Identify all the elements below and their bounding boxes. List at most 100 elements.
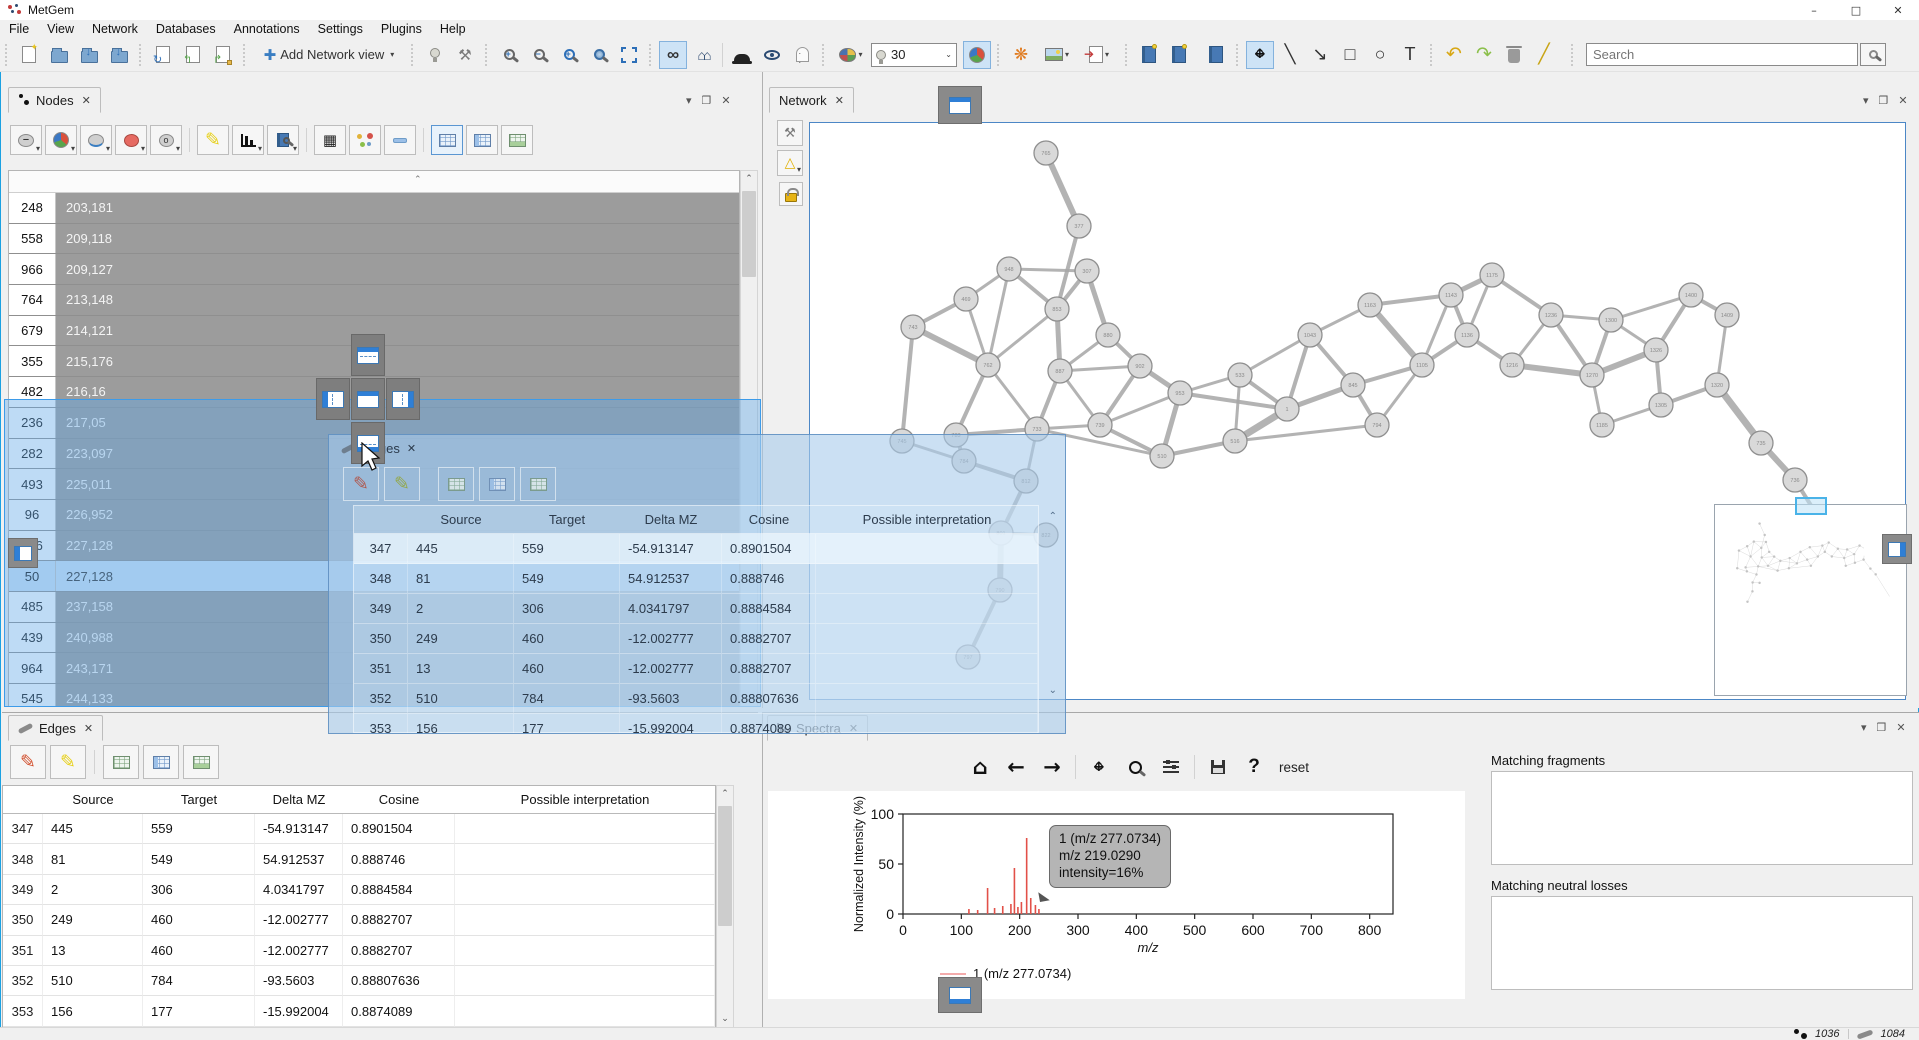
color-palette-button[interactable]: ▾ [832, 41, 870, 69]
nodes-table-row[interactable]: 558209,118 [9, 224, 739, 255]
edge-cell[interactable]: 81 [43, 844, 143, 874]
row-header[interactable]: 248 [9, 193, 56, 223]
dock-indicator-right[interactable] [1882, 534, 1912, 564]
database-viewer-button[interactable] [1135, 41, 1163, 69]
dock-indicator-bottom[interactable] [938, 977, 982, 1013]
spectrum-view-button[interactable]: ▾ [232, 125, 264, 155]
view-column-selection-button[interactable] [466, 125, 498, 155]
edge-cell[interactable] [455, 905, 715, 935]
new-project-button[interactable]: ✦ [15, 41, 43, 69]
show-hidden-toggle[interactable] [758, 41, 786, 69]
dock-menu-icon[interactable]: ▾ [1863, 94, 1869, 107]
column-header-possible-interpretation[interactable]: Possible interpretation [455, 786, 715, 814]
nodes-table-row[interactable]: 966209,127 [9, 254, 739, 285]
edge-cell[interactable] [455, 844, 715, 874]
open-project-button[interactable] [45, 41, 73, 69]
edge-cell[interactable]: 0.88807636 [343, 966, 455, 996]
scroll-down-icon[interactable]: ⌄ [717, 1011, 733, 1027]
database-query-button[interactable] [1165, 41, 1193, 69]
column-header-cosine[interactable]: Cosine [343, 786, 455, 814]
row-header[interactable]: 355 [9, 346, 56, 376]
menu-item-settings[interactable]: Settings [309, 20, 372, 38]
dock-close-icon[interactable]: ✕ [721, 94, 730, 107]
arrow-tool[interactable]: ↘ [1306, 41, 1334, 69]
node-size-minus-button[interactable]: −▾ [10, 125, 42, 155]
edge-cell[interactable]: 306 [143, 875, 255, 905]
edge-cell[interactable]: 549 [143, 844, 255, 874]
zoom-selection-button[interactable]: + [555, 41, 583, 69]
menu-item-network[interactable]: Network [83, 20, 147, 38]
tab-network[interactable]: Network ✕ [769, 87, 854, 113]
row-header[interactable]: 966 [9, 254, 56, 284]
zoom-out-button[interactable]: − [525, 41, 553, 69]
maximize-button[interactable]: □ [1835, 0, 1877, 20]
edge-cell[interactable]: -12.002777 [255, 905, 343, 935]
edge-cell[interactable]: 0.8884584 [343, 875, 455, 905]
zoom-rect-button[interactable] [1118, 751, 1152, 783]
row-header[interactable]: 679 [9, 316, 56, 346]
node-resize-button[interactable]: ▾ [80, 125, 112, 155]
edge-cell[interactable] [455, 814, 715, 844]
minimap-viewport[interactable] [1795, 497, 1827, 515]
save-figure-button[interactable] [1201, 751, 1235, 783]
node-size-combo[interactable]: 30 ⌄ [871, 43, 957, 67]
menu-item-annotations[interactable]: Annotations [225, 20, 309, 38]
edge-cell[interactable]: 2 [43, 875, 143, 905]
row-number[interactable]: 351 [3, 936, 43, 966]
database-download-button[interactable] [1202, 41, 1230, 69]
edge-cell[interactable]: -93.5603 [255, 966, 343, 996]
tab-edges[interactable]: Edges ✕ [8, 715, 103, 741]
highlight-yellow-button[interactable]: ✎ [50, 745, 86, 779]
link-nodes-toggle[interactable]: ∞ [659, 41, 687, 69]
search-input[interactable] [1586, 43, 1858, 66]
dock-float-icon[interactable]: ❐ [1879, 94, 1889, 107]
column-header-source[interactable]: Source [43, 786, 143, 814]
edge-cell[interactable]: 177 [143, 996, 255, 1026]
fit-view-button[interactable] [615, 41, 643, 69]
add-network-view-button[interactable]: ✚ Add Network view ▾ [253, 41, 405, 69]
ghost-mode-toggle[interactable] [788, 41, 816, 69]
zoom-fit-button[interactable] [585, 41, 613, 69]
menu-item-view[interactable]: View [38, 20, 83, 38]
minimize-button[interactable]: – [1793, 0, 1835, 20]
row-header[interactable]: 764 [9, 285, 56, 315]
network-edge[interactable] [902, 327, 913, 441]
ellipse-tool[interactable]: ○ [1366, 41, 1394, 69]
edges-table[interactable]: SourceTargetDelta MZCosinePossible inter… [2, 785, 716, 1028]
menu-item-file[interactable]: File [0, 20, 38, 38]
collapse-button[interactable] [384, 125, 416, 155]
zoom-in-button[interactable]: + [495, 41, 523, 69]
highlight-red-button[interactable]: ✎ [10, 745, 46, 779]
mz-cell[interactable]: 209,127 [56, 254, 739, 284]
edge-cell[interactable]: 156 [43, 996, 143, 1026]
dock-right-target[interactable] [386, 378, 420, 420]
row-number[interactable]: 348 [3, 844, 43, 874]
close-button[interactable]: ✕ [1877, 0, 1919, 20]
search-button[interactable] [1860, 43, 1886, 66]
dock-indicator-left[interactable] [8, 538, 38, 568]
node-color-button[interactable]: ▾ [115, 125, 147, 155]
edge-cell[interactable]: 445 [43, 814, 143, 844]
corner-header[interactable] [3, 786, 43, 814]
delete-button[interactable] [1500, 41, 1528, 69]
dock-top-target[interactable] [351, 334, 385, 376]
save-project-as-button[interactable]: ↓ [105, 41, 133, 69]
dock-center-target[interactable] [351, 378, 385, 420]
edge-cell[interactable]: -12.002777 [255, 936, 343, 966]
help-button[interactable]: ? [1237, 751, 1271, 783]
tab-nodes[interactable]: Nodes ✕ [8, 87, 101, 113]
column-header-delta-mz[interactable]: Delta MZ [255, 786, 343, 814]
scroll-up-icon[interactable]: ⌃ [741, 171, 757, 187]
row-number[interactable]: 347 [3, 814, 43, 844]
export-report-button[interactable]: ➔▾ [1079, 41, 1119, 69]
move-tool[interactable]: ↔↕ [1246, 41, 1274, 69]
scroll-up-icon[interactable]: ⌃ [717, 786, 733, 802]
spectrum-plot[interactable]: 0501000100200300400500600700800m/zNormal… [768, 791, 1465, 999]
node-ring-button[interactable]: o▾ [150, 125, 182, 155]
menu-item-databases[interactable]: Databases [147, 20, 225, 38]
view-all-columns-button[interactable] [431, 125, 463, 155]
view-column-selection-button[interactable] [143, 745, 179, 779]
menu-item-help[interactable]: Help [431, 20, 475, 38]
line-tool[interactable]: ╲ [1276, 41, 1304, 69]
import-group-mapping-button[interactable]: ↰ [179, 41, 207, 69]
